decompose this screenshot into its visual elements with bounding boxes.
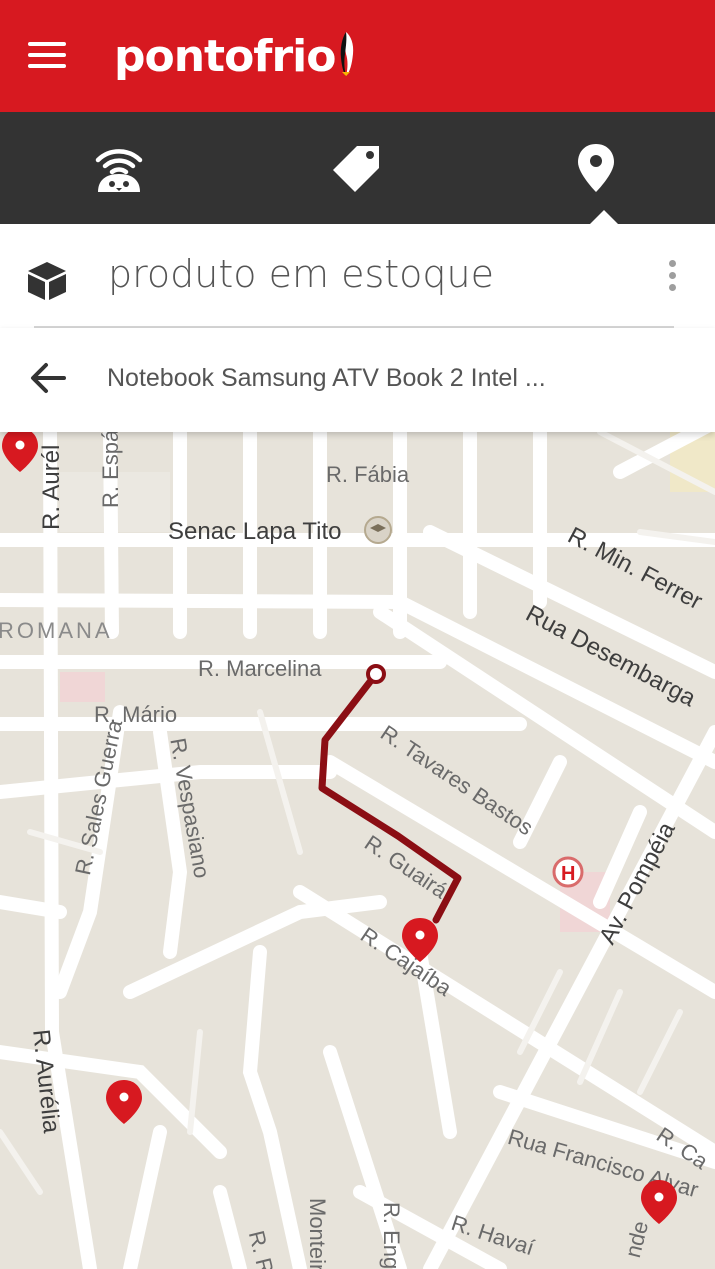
map-label-monteiro: Monteiro: [305, 1198, 330, 1269]
product-section: Notebook Samsung ATV Book 2 Intel ...: [0, 328, 715, 432]
map-label-marcelina: R. Marcelina: [198, 656, 322, 681]
back-arrow-icon[interactable]: [28, 358, 68, 398]
penguin-wifi-icon: [95, 149, 143, 192]
stock-section: produto em estoque: [0, 224, 715, 328]
store-pin-icon[interactable]: [400, 916, 440, 966]
tab-price-tag[interactable]: [238, 112, 476, 224]
tab-penguin-wifi[interactable]: [0, 112, 238, 224]
map-label-espa: R. Espá: [98, 432, 123, 508]
tab-location[interactable]: [477, 112, 715, 224]
stock-title: produto em estoque: [108, 252, 494, 296]
logo-text: pontofrio: [114, 30, 336, 82]
hamburger-menu-icon[interactable]: [28, 42, 68, 70]
app-header: pontofrio: [0, 0, 715, 112]
map-label-eng: R. Eng: [379, 1202, 404, 1269]
map-label-fabia: R. Fábia: [326, 462, 410, 487]
penguin-logo-icon: [337, 30, 355, 83]
tab-bar: [0, 112, 715, 224]
map-label-senac: Senac Lapa Tito: [168, 518, 342, 545]
map-label-romana: ROMANA: [0, 618, 113, 643]
selected-tab-indicator: [590, 210, 618, 224]
store-pin-icon[interactable]: [104, 1078, 144, 1128]
location-pin-icon: [578, 144, 614, 192]
more-options-icon[interactable]: [660, 260, 684, 300]
pontofrio-logo: pontofrio: [114, 26, 355, 86]
store-pin-icon[interactable]: [639, 1178, 679, 1228]
product-name: Notebook Samsung ATV Book 2 Intel ...: [107, 364, 546, 392]
store-pin-icon[interactable]: [0, 432, 40, 476]
map-view[interactable]: H R. Fábia Senac Lapa Tito R. Min. Ferre…: [0, 432, 715, 1269]
cube-icon: [28, 262, 66, 300]
price-tag-icon: [333, 146, 379, 192]
map-label-aurelia-top: R. Aurél: [38, 444, 65, 530]
svg-text:H: H: [561, 863, 575, 885]
